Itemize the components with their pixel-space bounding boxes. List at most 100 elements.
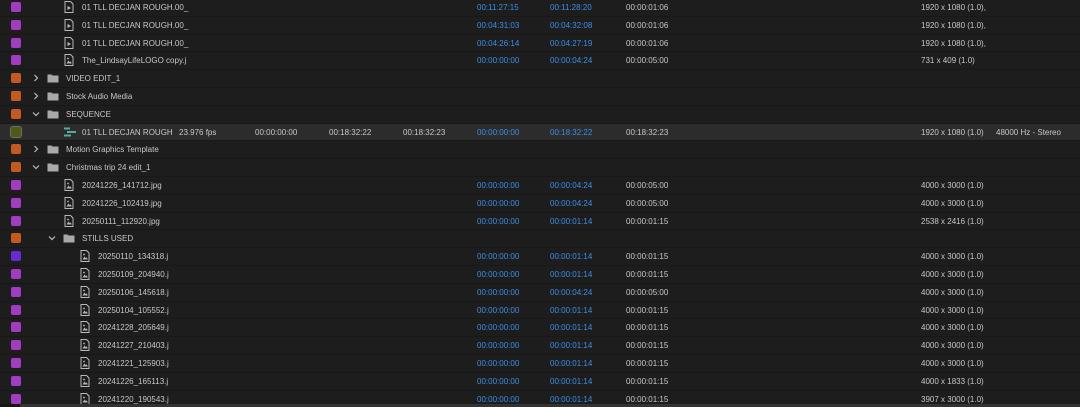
video-duration: 00:00:01:15 <box>626 376 669 386</box>
video-duration: 00:00:01:06 <box>626 20 669 30</box>
chevron-right-icon[interactable] <box>32 92 40 100</box>
video-out-point: 00:00:01:14 <box>550 270 593 279</box>
clip-row[interactable]: 20241226_141712.jpg 00:00:00:00 00:00:04:2… <box>0 177 1080 195</box>
clip-row[interactable]: 20241226_102419.jpg 00:00:00:00 00:00:04:2… <box>0 195 1080 213</box>
label-color-swatch[interactable] <box>11 375 21 386</box>
label-color-swatch[interactable] <box>11 2 21 12</box>
clip-row[interactable]: 01 TLL DECJAN ROUGH.00_ 00:04:26:14 00:04:… <box>0 35 1080 53</box>
label-color-swatch[interactable] <box>11 304 21 315</box>
video-out-point: 00:00:01:14 <box>550 341 593 351</box>
folder-icon <box>47 108 59 120</box>
video-duration: 00:18:32:23 <box>626 127 669 137</box>
video-duration: 00:00:01:15 <box>626 341 669 351</box>
clip-row[interactable]: 20250106_145618.j 00:00:00:00 00:00:04:24 0… <box>0 284 1080 302</box>
file-image-icon <box>79 357 91 369</box>
item-name: STILLS USED <box>82 234 134 244</box>
video-out-point: 00:00:04:24 <box>550 198 593 208</box>
label-color-swatch[interactable] <box>11 286 21 297</box>
label-color-swatch[interactable] <box>11 233 21 244</box>
label-color-swatch[interactable] <box>11 55 21 66</box>
bin-row[interactable]: Christmas trip 24 edit_1 <box>0 159 1080 177</box>
video-info: 4000 x 3000 (1.0) <box>921 323 984 333</box>
video-in-point: 00:11:27:15 <box>477 3 519 12</box>
clip-row[interactable]: 20250111_112920.jpg 00:00:00:00 00:00:01:1… <box>0 213 1080 231</box>
bin-row[interactable]: Motion Graphics Template <box>0 141 1080 160</box>
video-in-point: 00:00:00:00 <box>477 181 520 190</box>
video-duration: 00:00:05:00 <box>626 56 669 66</box>
clip-row[interactable]: 20241228_205649.j 00:00:00:00 00:00:01:14 0… <box>0 319 1080 338</box>
video-info: 4000 x 3000 (1.0) <box>921 181 984 190</box>
label-color-swatch[interactable] <box>11 180 21 190</box>
file-video-icon <box>63 18 75 31</box>
bin-row[interactable]: SEQUENCE <box>0 106 1080 124</box>
label-color-swatch[interactable] <box>11 322 21 333</box>
item-name: 20241226_165113.j <box>98 376 169 386</box>
video-duration: 00:00:05:00 <box>626 287 669 297</box>
bin-row[interactable]: VIDEO EDIT_1 <box>0 70 1080 88</box>
video-in-point: 00:00:00:00 <box>477 323 520 333</box>
item-name: 20241226_141712.jpg <box>82 181 162 190</box>
file-image-icon <box>79 303 91 316</box>
video-out-point: 00:04:32:08 <box>550 20 593 30</box>
label-color-swatch[interactable] <box>11 358 21 368</box>
label-color-swatch[interactable] <box>11 340 21 351</box>
label-color-swatch[interactable] <box>11 215 21 226</box>
item-name: 20241226_102419.jpg <box>82 198 162 208</box>
sequence-row[interactable]: 01 TLL DECJAN ROUGH 23.976 fps 00:00:00:00… <box>0 123 1080 142</box>
chevron-right-icon[interactable] <box>32 74 40 82</box>
video-out-point: 00:00:04:24 <box>550 56 593 66</box>
clip-row[interactable]: The_LindsayLifeLOGO copy.j 00:00:00:00 00:… <box>0 52 1080 71</box>
clip-row[interactable]: 20241227_210403.j 00:00:00:00 00:00:01:14 0… <box>0 337 1080 355</box>
video-in-point: 00:00:00:00 <box>477 341 520 351</box>
video-info: 1920 x 1080 (1.0), <box>921 38 986 48</box>
item-name: SEQUENCE <box>66 109 111 119</box>
audio-info: 48000 Hz - Stereo <box>996 127 1061 137</box>
video-duration: 00:00:01:06 <box>626 38 669 48</box>
label-color-swatch[interactable] <box>11 91 21 101</box>
label-color-swatch[interactable] <box>10 125 22 138</box>
item-name: 20250104_105552.j <box>98 305 169 315</box>
label-color-swatch[interactable] <box>11 269 21 279</box>
file-image-icon <box>63 179 75 191</box>
chevron-down-icon[interactable] <box>32 110 40 118</box>
label-color-swatch[interactable] <box>11 19 21 30</box>
label-color-swatch[interactable] <box>11 197 21 208</box>
chevron-right-icon[interactable] <box>32 145 40 153</box>
clip-row[interactable]: 20250110_134318.j 00:00:00:00 00:00:01:14 0… <box>0 248 1080 266</box>
bin-row[interactable]: STILLS USED <box>0 230 1080 249</box>
label-color-swatch[interactable] <box>11 73 21 84</box>
clip-row[interactable]: 20241221_125903.j 00:00:00:00 00:00:01:14 0… <box>0 355 1080 373</box>
video-in-point: 00:00:00:00 <box>477 359 520 368</box>
label-color-swatch[interactable] <box>11 251 21 262</box>
label-color-swatch[interactable] <box>11 144 21 155</box>
video-info: 4000 x 1833 (1.0) <box>921 376 984 386</box>
video-in-point: 00:00:00:00 <box>477 287 520 297</box>
video-out-point: 00:11:28:20 <box>550 3 592 12</box>
video-info: 4000 x 3000 (1.0) <box>921 305 984 315</box>
chevron-down-icon[interactable] <box>32 163 40 171</box>
video-out-point: 00:00:01:14 <box>550 216 593 226</box>
file-image-icon <box>79 285 91 298</box>
label-color-swatch[interactable] <box>11 393 21 404</box>
clip-row[interactable]: 20241226_165113.j 00:00:00:00 00:00:01:14 0… <box>0 373 1080 391</box>
bin-row[interactable]: Stock Audio Media <box>0 88 1080 106</box>
item-name: 01 TLL DECJAN ROUGH.00_ <box>82 3 189 12</box>
clip-row[interactable]: 20250104_105552.j 00:00:00:00 00:00:01:14 0… <box>0 302 1080 320</box>
clip-row[interactable]: 01 TLL DECJAN ROUGH.00_ 00:11:27:15 00:11:… <box>0 0 1080 17</box>
file-image-icon <box>63 196 75 209</box>
video-duration: 00:00:01:15 <box>626 270 669 279</box>
video-out-point: 00:18:32:22 <box>550 127 593 137</box>
item-name: 01 TLL DECJAN ROUGH.00_ <box>82 20 189 30</box>
clip-row[interactable]: 20250109_204940.j 00:00:00:00 00:00:01:14 0… <box>0 266 1080 284</box>
chevron-down-icon[interactable] <box>48 234 56 242</box>
label-color-swatch[interactable] <box>11 162 21 173</box>
item-name: 01 TLL DECJAN ROUGH <box>82 127 173 137</box>
video-out-point: 00:00:04:24 <box>550 287 593 297</box>
video-info: 4000 x 3000 (1.0) <box>921 198 984 208</box>
label-color-swatch[interactable] <box>11 108 21 119</box>
video-in-point: 00:04:31:03 <box>477 20 520 30</box>
video-in-point: 00:00:00:00 <box>477 127 520 137</box>
video-duration: 00:00:01:15 <box>626 252 669 262</box>
clip-row[interactable]: 01 TLL DECJAN ROUGH.00_ 00:04:31:03 00:04:… <box>0 17 1080 35</box>
label-color-swatch[interactable] <box>11 37 21 48</box>
